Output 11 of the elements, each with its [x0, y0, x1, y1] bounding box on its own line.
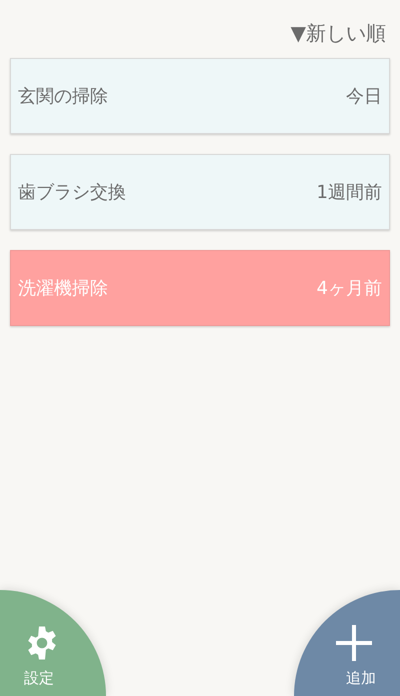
task-card[interactable]: 玄関の掃除 今日: [10, 58, 390, 134]
task-card[interactable]: 歯ブラシ交換 1週間前: [10, 154, 390, 230]
elapsed-time: 今日: [346, 85, 382, 108]
sort-toggle[interactable]: ▼新しい順: [290, 20, 386, 46]
task-name: 玄関の掃除: [18, 85, 108, 108]
task-name: 洗濯機掃除: [18, 277, 108, 300]
elapsed-time: 4ヶ月前: [316, 277, 382, 300]
elapsed-time: 1週間前: [316, 181, 382, 204]
add-button[interactable]: 追加: [294, 590, 400, 696]
plus-icon: [336, 625, 372, 661]
task-name: 歯ブラシ交換: [18, 181, 126, 204]
